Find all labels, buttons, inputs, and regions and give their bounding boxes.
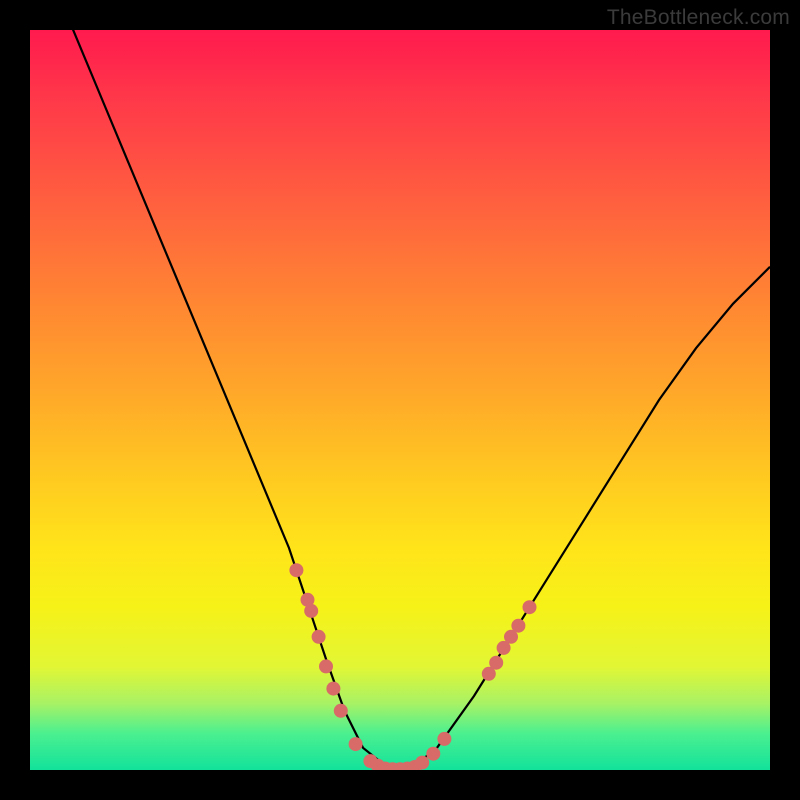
scatter-dot (523, 600, 537, 614)
chart-svg (30, 30, 770, 770)
scatter-dot (489, 656, 503, 670)
scatter-dot (426, 747, 440, 761)
bottleneck-curve (67, 30, 770, 770)
watermark-text: TheBottleneck.com (607, 6, 790, 30)
scatter-dot (326, 682, 340, 696)
scatter-dot (319, 659, 333, 673)
scatter-dot (511, 619, 525, 633)
scatter-dot (437, 732, 451, 746)
scatter-dot (304, 604, 318, 618)
scatter-dot (349, 737, 363, 751)
scatter-dot (312, 630, 326, 644)
scatter-dots (289, 563, 536, 770)
scatter-dot (415, 756, 429, 770)
plot-area (30, 30, 770, 770)
chart-frame: TheBottleneck.com (0, 0, 800, 800)
scatter-dot (289, 563, 303, 577)
scatter-dot (334, 704, 348, 718)
